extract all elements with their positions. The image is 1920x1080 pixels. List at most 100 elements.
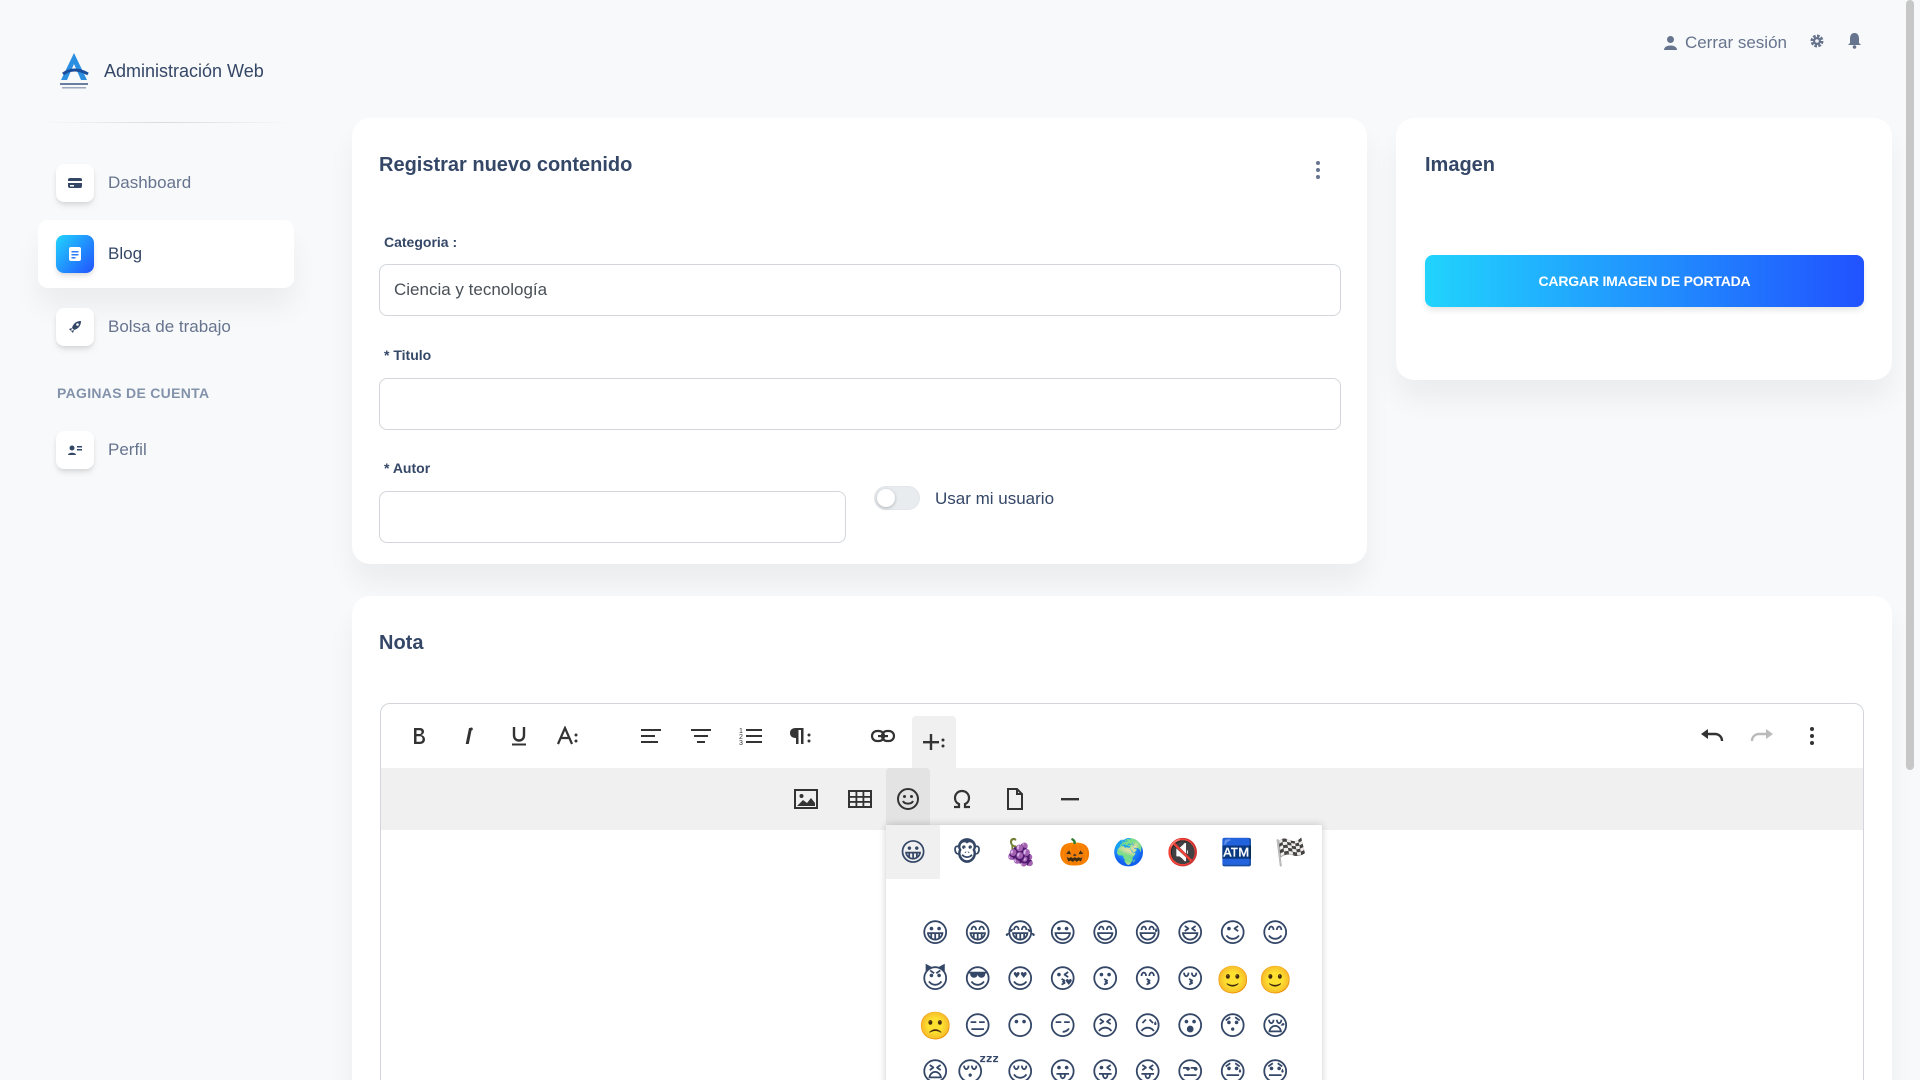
bold-icon[interactable] — [399, 716, 439, 756]
file-icon[interactable] — [995, 779, 1035, 819]
rocket-icon — [56, 308, 94, 346]
upload-cover-image-button[interactable]: CARGAR IMAGEN DE PORTADA — [1425, 255, 1864, 307]
emoji-option[interactable]: 😓 — [1212, 1053, 1255, 1080]
sidebar-item-bolsa-de-trabajo[interactable]: Bolsa de trabajo — [38, 293, 294, 361]
brand[interactable]: Administración Web — [54, 50, 264, 92]
brand-name: Administración Web — [104, 60, 264, 81]
sidebar-item-label: Dashboard — [108, 173, 192, 192]
sidebar-item-blog[interactable]: Blog — [38, 220, 294, 288]
emoji-option[interactable]: 😣 — [1084, 1006, 1127, 1046]
emoji-option[interactable]: 😚 — [1169, 960, 1212, 1000]
special-char-icon[interactable] — [942, 779, 982, 819]
emoji-option[interactable]: 😌 — [999, 1053, 1042, 1080]
link-icon[interactable] — [863, 716, 903, 756]
emoji-option[interactable]: 😙 — [1127, 960, 1170, 1000]
more-options-icon[interactable] — [1792, 716, 1832, 756]
gear-icon[interactable] — [1809, 33, 1825, 54]
emoji-tab-activities[interactable]: 🎃 — [1048, 825, 1102, 879]
emoji-tab-food[interactable]: 🍇 — [994, 825, 1048, 879]
emoji-option[interactable]: 🙁 — [914, 1006, 957, 1046]
emoji-option[interactable]: 😏 — [1042, 1006, 1085, 1046]
emoji-option[interactable]: 😅 — [1127, 913, 1170, 953]
emoji-option[interactable]: 😮 — [1169, 1006, 1212, 1046]
emoji-tab-objects[interactable]: 🏧 — [1210, 825, 1264, 879]
card-title: Imagen — [1425, 154, 1496, 176]
image-icon[interactable] — [786, 779, 826, 819]
author-input[interactable] — [379, 491, 846, 543]
emoji-option[interactable]: 😘 — [1042, 960, 1085, 1000]
italic-icon[interactable] — [449, 716, 489, 756]
category-label: Categoria : — [384, 234, 458, 250]
sidebar-item-label: Perfil — [108, 440, 147, 459]
use-my-user-toggle[interactable] — [874, 486, 920, 510]
emoji-option[interactable]: 😓 — [1254, 1053, 1297, 1080]
card-icon — [56, 164, 94, 202]
emoji-tab-flags[interactable]: 🏁 — [1264, 825, 1318, 879]
sidebar-item-label: Blog — [108, 244, 143, 263]
topbar: Cerrar sesión — [1663, 32, 1862, 54]
title-input[interactable] — [379, 378, 1341, 430]
emoji-option[interactable]: 😈 — [914, 960, 957, 1000]
card-menu-button[interactable] — [1310, 158, 1326, 182]
emoji-option[interactable]: 🙂 — [1212, 960, 1255, 1000]
sidebar-item-perfil[interactable]: Perfil — [38, 416, 294, 484]
logout-label: Cerrar sesión — [1684, 33, 1787, 52]
emoji-option[interactable]: 😍 — [999, 960, 1042, 1000]
register-content-card: Registrar nuevo contenido Categoria : Ci… — [352, 118, 1367, 564]
use-my-user-label: Usar mi usuario — [935, 489, 1055, 508]
emoji-grid: 😀 😁 😂 😃 😄 😅 😆 😉 😊 😈 😎 😍 😘 😗 😙 😚 🙂 🙂 🙁 😑 😶 😏 😣 😥 😮 😯 😪 😫 😴 😌 😛 😜 😝 😒 😓 😓 — [914, 913, 1297, 1080]
horizontal-line-icon[interactable] — [1050, 779, 1090, 819]
emoji-option[interactable]: 😀 — [914, 913, 957, 953]
emoji-option[interactable]: 😯 — [1212, 1006, 1255, 1046]
emoji-option[interactable]: 😫 — [914, 1053, 957, 1080]
emoji-option[interactable]: 😒 — [1169, 1053, 1212, 1080]
emoji-tab-animals[interactable]: 🐵 — [940, 825, 994, 879]
sidebar: Administración Web Dashboard Blog Bolsa … — [0, 0, 310, 1080]
editor-insert-toolbar — [381, 768, 1863, 830]
emoji-option[interactable]: 😪 — [1254, 1006, 1297, 1046]
emoji-option[interactable]: 😶 — [999, 1006, 1042, 1046]
logout-link[interactable]: Cerrar sesión — [1663, 33, 1787, 53]
emoji-option[interactable]: 😴 — [956, 1053, 999, 1080]
card-title: Registrar nuevo contenido — [379, 154, 633, 176]
sidebar-item-dashboard[interactable]: Dashboard — [38, 149, 294, 217]
emoji-tab-smileys[interactable]: 😀 — [886, 825, 940, 879]
align-center-icon[interactable] — [681, 716, 721, 756]
emoji-option[interactable]: 🙂 — [1254, 960, 1297, 1000]
emoji-option[interactable]: 😁 — [957, 913, 1000, 953]
image-card: Imagen — [1396, 118, 1892, 380]
emoji-picker: 😀 🐵 🍇 🎃 🌍 🔇 🏧 🏁 😀 😁 😂 😃 😄 😅 😆 😉 😊 😈 😎 😍 😘 😗 😙 😚 🙂 🙂 🙁 😑 😶 😏 😣 😥… — [886, 825, 1322, 1080]
emoji-option[interactable]: 😥 — [1127, 1006, 1170, 1046]
redo-icon[interactable] — [1742, 716, 1782, 756]
align-left-icon[interactable] — [631, 716, 671, 756]
emoji-option[interactable]: 😛 — [1042, 1053, 1085, 1080]
undo-icon[interactable] — [1692, 716, 1732, 756]
bell-icon[interactable] — [1847, 32, 1862, 54]
ordered-list-icon[interactable]: 123 — [731, 716, 771, 756]
emoji-option[interactable]: 😜 — [1084, 1053, 1127, 1080]
emoji-option[interactable]: 😎 — [957, 960, 1000, 1000]
emoji-option[interactable]: 😝 — [1127, 1053, 1170, 1080]
emoji-icon[interactable] — [886, 768, 930, 830]
sidebar-section-title: PAGINAS DE CUENTA — [57, 385, 210, 401]
page-scrollbar[interactable] — [1906, 0, 1914, 770]
emoji-option[interactable]: 😊 — [1254, 913, 1297, 953]
emoji-option[interactable]: 😑 — [957, 1006, 1000, 1046]
category-select[interactable]: Ciencia y tecnología — [379, 264, 1341, 316]
emoji-option[interactable]: 😄 — [1084, 913, 1127, 953]
more-insert-icon[interactable] — [912, 716, 956, 768]
brand-logo-icon — [60, 53, 89, 89]
text-size-icon[interactable] — [549, 716, 589, 756]
card-title: Nota — [379, 632, 424, 654]
emoji-option[interactable]: 😗 — [1084, 960, 1127, 1000]
table-icon[interactable] — [840, 779, 880, 819]
paragraph-icon[interactable] — [781, 716, 821, 756]
emoji-option[interactable]: 😆 — [1169, 913, 1212, 953]
emoji-option[interactable]: 😂 — [999, 913, 1042, 953]
emoji-option[interactable]: 😃 — [1042, 913, 1085, 953]
emoji-tab-travel[interactable]: 🌍 — [1102, 825, 1156, 879]
underline-icon[interactable] — [499, 716, 539, 756]
emoji-tab-symbols[interactable]: 🔇 — [1156, 825, 1210, 879]
user-icon — [56, 431, 94, 469]
emoji-option[interactable]: 😉 — [1212, 913, 1255, 953]
